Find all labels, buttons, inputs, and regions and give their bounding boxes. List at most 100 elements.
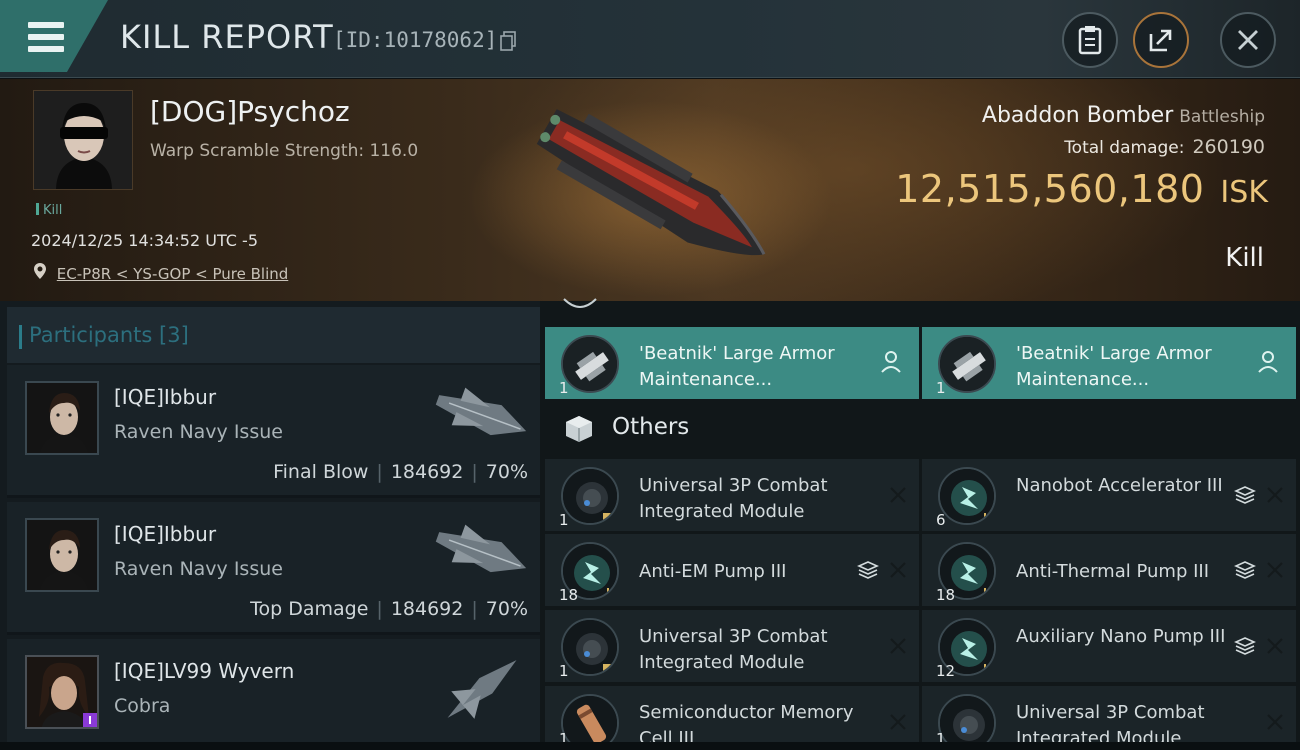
person-icon	[881, 351, 901, 373]
kill-datetime: 2024/12/25 14:34:52 UTC -5	[31, 231, 259, 250]
participant-row[interactable]: [IQE]Ibbur Raven Navy Issue Top Damage | 1…	[7, 502, 540, 635]
participant-name[interactable]: [IQE]LV99 Wyvern	[114, 659, 294, 683]
location-pin-icon	[34, 263, 46, 279]
participant-row[interactable]: [IQE]LV99 Wyvern Cobra	[7, 639, 540, 750]
participant-name[interactable]: [IQE]Ibbur	[114, 385, 216, 409]
person-icon	[1258, 351, 1278, 373]
victim-name[interactable]: [DOG]Psychoz	[150, 95, 350, 128]
close-icon	[890, 562, 906, 578]
stack-icon	[1234, 561, 1256, 579]
share-icon	[1149, 29, 1172, 52]
total-damage: Total damage: 260190	[1064, 136, 1265, 158]
total-damage-value: 260190	[1192, 136, 1265, 158]
victim-ship-image	[536, 109, 766, 256]
fitting-item[interactable]: 1 Universal 3P Combat Integrated Module	[922, 686, 1296, 750]
fitting-item[interactable]: 1 Semiconductor Memory Cell III	[545, 686, 919, 750]
participant-portrait-image	[27, 383, 97, 453]
stat-separator: |	[376, 461, 383, 483]
page-title: KILL REPORT	[120, 18, 334, 56]
participants-header[interactable]: Participants [3]	[7, 307, 540, 363]
fitting-item[interactable]: 1 Universal 3P Combat Integrated Module	[545, 610, 919, 682]
item-quantity: 1	[559, 511, 569, 529]
participant-ship: Raven Navy Issue	[114, 421, 283, 443]
integrated-module-icon	[561, 467, 619, 525]
menu-icon	[28, 22, 64, 28]
participant-percent: 70%	[485, 598, 528, 620]
clipboard-button[interactable]	[1062, 12, 1118, 68]
close-button[interactable]	[1220, 12, 1276, 68]
participants-count: [3]	[159, 323, 189, 347]
section-icon	[563, 298, 597, 308]
stat-separator: |	[471, 461, 478, 483]
participant-avatar	[25, 518, 99, 592]
item-name: 'Beatnik' Large Armor Maintenance...	[639, 343, 835, 390]
close-icon	[1267, 562, 1283, 578]
stack-icon	[1234, 637, 1256, 655]
stat-separator: |	[471, 598, 478, 620]
share-button[interactable]	[1133, 12, 1189, 68]
item-quantity: 1	[936, 379, 946, 397]
close-icon	[1238, 30, 1258, 50]
close-icon	[890, 638, 906, 654]
participants-title: Participants [3]	[19, 323, 189, 349]
ship-name: Abaddon Bomber	[981, 103, 1174, 128]
item-name: 'Beatnik' Large Armor Maintenance...	[1016, 343, 1212, 390]
cube-icon	[566, 416, 592, 442]
close-icon	[1267, 638, 1283, 654]
fitting-item[interactable]: 6 Nanobot Accelerator III	[922, 459, 1296, 531]
fitting-item[interactable]: 18 Anti-EM Pump III	[545, 534, 919, 606]
victim-header: [DOG]Psychoz Warp Scramble Strength: 116…	[0, 79, 1300, 301]
total-damage-label: Total damage:	[1064, 138, 1185, 158]
stack-icon	[1234, 486, 1256, 504]
result-label: Kill	[1225, 243, 1264, 273]
others-section-title: Others	[612, 414, 690, 440]
fitting-item[interactable]: 1 'Beatnik' Large Armor Maintenance...	[922, 327, 1296, 399]
close-icon	[890, 487, 906, 503]
participant-role: Final Blow	[273, 461, 369, 483]
victim-portrait-image	[34, 91, 132, 189]
isk-value: 12,515,560,180 ISK	[895, 167, 1268, 211]
menu-icon-bar	[28, 46, 64, 52]
isk-unit: ISK	[1220, 175, 1268, 210]
participants-panel: Participants [3] [IQE]Ibbur Raven Navy I…	[0, 301, 540, 750]
copy-icon[interactable]	[500, 31, 516, 51]
participant-portrait-image	[27, 657, 97, 727]
armor-repairer-icon	[938, 335, 996, 393]
item-quantity: 6	[936, 511, 946, 529]
kill-location[interactable]: EC-P8R < YS-GOP < Pure Blind	[34, 263, 288, 283]
warp-scramble-strength: Warp Scramble Strength: 116.0	[150, 141, 419, 161]
participant-ship-image	[435, 524, 527, 573]
menu-button[interactable]	[0, 0, 108, 72]
item-name: Anti-EM Pump III	[639, 561, 787, 582]
participants-label: Participants	[29, 323, 153, 347]
victim-ship-name[interactable]: Abaddon Bomber Battleship	[982, 103, 1265, 128]
participant-name[interactable]: [IQE]Ibbur	[114, 522, 216, 546]
title-bar: KILL REPORT [ID:10178062]	[0, 0, 1300, 78]
fitting-item[interactable]: 12 Auxiliary Nano Pump III	[922, 610, 1296, 682]
fitting-item[interactable]: 18 Anti-Thermal Pump III	[922, 534, 1296, 606]
participant-row[interactable]: [IQE]Ibbur Raven Navy Issue Final Blow | 1…	[7, 365, 540, 498]
participant-stats: Top Damage | 184692 | 70%	[250, 598, 528, 620]
participant-percent: 70%	[485, 461, 528, 483]
isk-amount: 12,515,560,180	[895, 167, 1205, 211]
integrated-module-icon	[561, 618, 619, 676]
participant-portrait-image	[27, 520, 97, 590]
victim-portrait[interactable]	[33, 90, 133, 190]
item-quantity: 18	[936, 586, 956, 604]
ship-class: Battleship	[1179, 107, 1265, 127]
clipboard-icon	[1078, 26, 1102, 55]
menu-icon-bar	[28, 34, 64, 40]
participant-avatar	[25, 381, 99, 455]
location-text[interactable]: EC-P8R < YS-GOP < Pure Blind	[57, 265, 288, 283]
close-icon	[890, 714, 906, 730]
report-id: [ID:10178062]	[333, 28, 498, 52]
item-name: Universal 3P Combat Integrated Module	[639, 475, 828, 522]
bottom-edge	[0, 742, 1300, 750]
item-name: Nanobot Accelerator III	[1016, 475, 1223, 496]
nanobot-icon	[938, 467, 996, 525]
kill-tag: Kill	[36, 203, 62, 218]
fitting-item[interactable]: 1 'Beatnik' Large Armor Maintenance...	[545, 327, 919, 399]
item-name: Auxiliary Nano Pump III	[1016, 626, 1226, 647]
fitting-item[interactable]: 1 Universal 3P Combat Integrated Module	[545, 459, 919, 531]
participant-ship: Raven Navy Issue	[114, 558, 283, 580]
